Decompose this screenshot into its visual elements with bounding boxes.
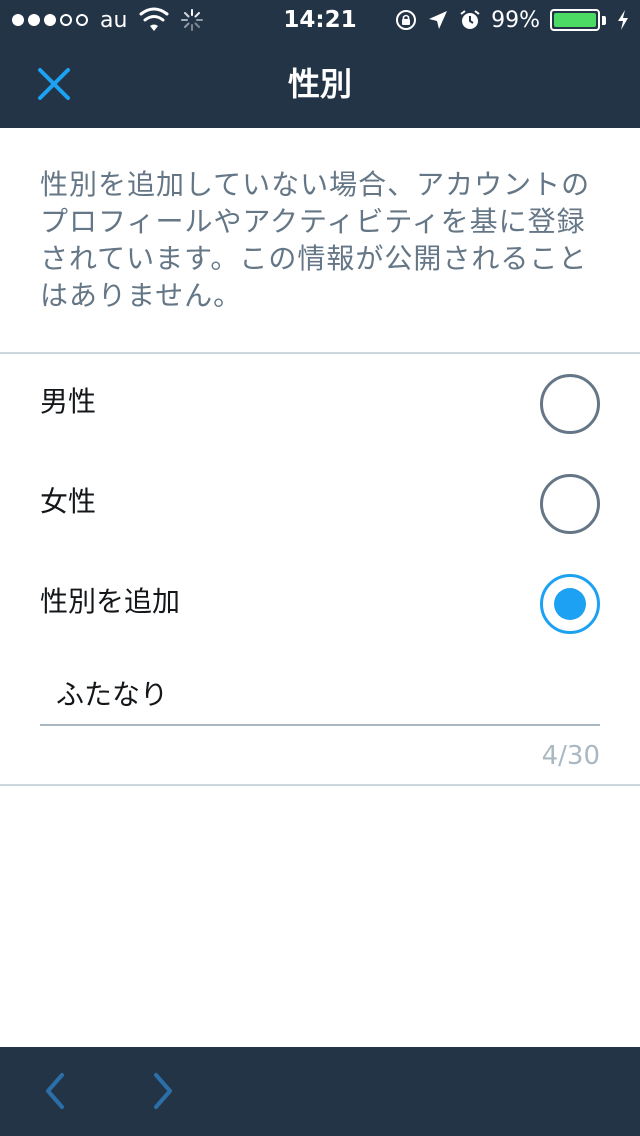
option-add-gender-label: 性別を追加 [40,585,181,618]
location-arrow-icon [429,11,448,29]
charging-bolt-icon [618,10,628,30]
battery-percent: 99% [491,7,540,33]
chevron-left-icon[interactable] [36,1071,76,1111]
navigation-bar: au 14:21 99% 性別 [0,0,640,128]
page-title: 性別 [287,65,352,103]
status-bar: au 14:21 99% [0,0,640,40]
rotation-lock-icon [396,10,417,30]
radio-selected-dot [554,588,586,620]
input-underline [40,724,600,726]
alarm-icon [460,10,480,29]
battery-fill [554,13,596,27]
option-add-gender[interactable]: 性別を追加 [0,554,640,654]
option-male-label: 男性 [40,385,97,418]
radio-add-gender[interactable] [540,574,600,634]
option-female[interactable]: 女性 [0,454,640,554]
option-female-label: 女性 [40,485,97,518]
battery-nub [602,15,606,25]
gender-description: 性別を追加していない場合、アカウントのプロフィールやアクティビティを基に登録され… [40,168,591,312]
character-counter: 4/30 [541,741,600,771]
radio-male[interactable] [540,374,600,434]
option-male[interactable]: 男性 [0,354,640,454]
bottom-toolbar [0,1047,640,1136]
chevron-right-icon[interactable] [142,1071,182,1111]
section-divider-bottom [0,784,640,786]
custom-gender-input[interactable] [40,664,600,722]
radio-female[interactable] [540,474,600,534]
battery-icon [550,9,600,31]
